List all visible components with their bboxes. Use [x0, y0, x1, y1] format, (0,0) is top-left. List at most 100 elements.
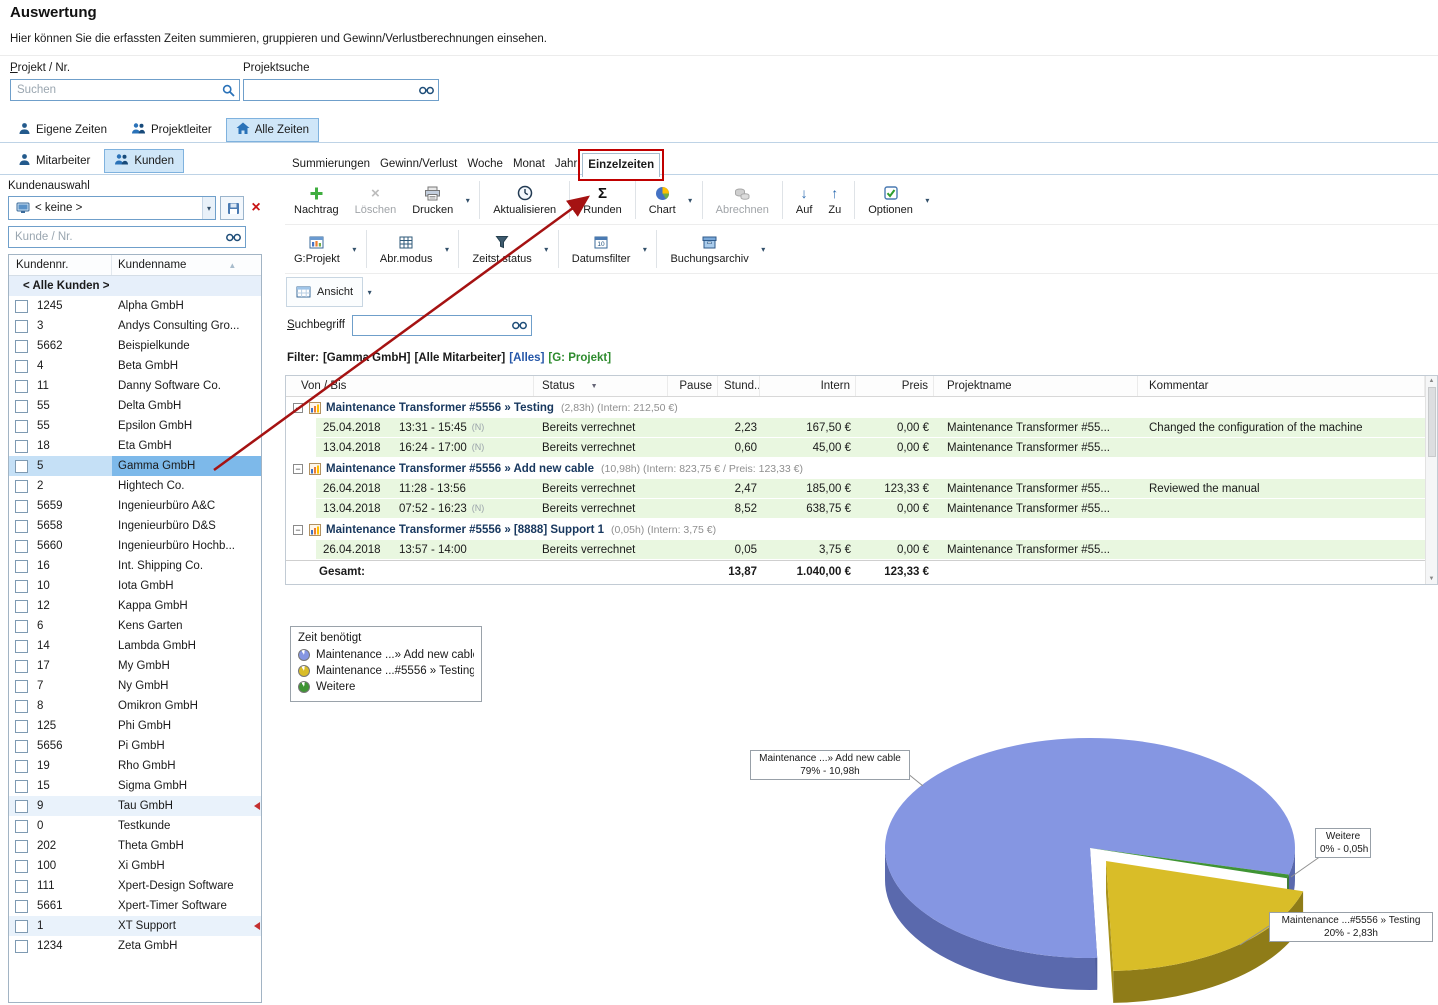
customer-row[interactable]: 4Beta GmbH — [9, 356, 261, 376]
grid-col-status[interactable]: Status▼ — [534, 376, 668, 396]
scroll-thumb[interactable] — [1428, 387, 1436, 457]
col-kundennr[interactable]: Kundennr. — [9, 255, 112, 275]
grid-col-preis[interactable]: Preis — [856, 376, 934, 396]
row-checkbox[interactable] — [15, 460, 28, 473]
zeitststatus-button[interactable]: Zeitst.status — [464, 226, 539, 272]
row-checkbox[interactable] — [15, 720, 28, 733]
customer-row[interactable]: 8Omikron GmbH — [9, 696, 261, 716]
grid-col-kommentar[interactable]: Kommentar — [1138, 376, 1425, 396]
customer-row[interactable]: 2Hightech Co. — [9, 476, 261, 496]
customer-row[interactable]: 1XT Support — [9, 916, 261, 936]
row-checkbox[interactable] — [15, 680, 28, 693]
row-checkbox[interactable] — [15, 740, 28, 753]
customer-row[interactable]: 19Rho GmbH — [9, 756, 261, 776]
row-checkbox[interactable] — [15, 880, 28, 893]
customer-row[interactable]: 5661Xpert-Timer Software — [9, 896, 261, 916]
group-expander[interactable]: − — [293, 525, 303, 535]
row-checkbox[interactable] — [15, 400, 28, 413]
grid-col-intern[interactable]: Intern — [760, 376, 856, 396]
customer-row[interactable]: 5660Ingenieurbüro Hochb... — [9, 536, 261, 556]
ansicht-button[interactable]: Ansicht — [286, 277, 363, 307]
row-checkbox[interactable] — [15, 660, 28, 673]
row-checkbox[interactable] — [15, 300, 28, 313]
abrmodus-button[interactable]: Abr.modus — [372, 226, 441, 272]
row-checkbox[interactable] — [15, 440, 28, 453]
grid-scrollbar[interactable]: ▲ ▼ — [1425, 376, 1437, 584]
save-button[interactable] — [220, 196, 244, 220]
clear-button[interactable]: × — [246, 196, 266, 220]
row-checkbox[interactable] — [15, 480, 28, 493]
grid-col-von-bis[interactable]: Von / Bis — [286, 376, 534, 396]
optionen-button[interactable]: Optionen — [860, 177, 921, 223]
customer-row[interactable]: 3Andys Consulting Gro... — [9, 316, 261, 336]
customer-row[interactable]: 17My GmbH — [9, 656, 261, 676]
customer-row[interactable]: 202Theta GmbH — [9, 836, 261, 856]
grid-col-projektname[interactable]: Projektname — [934, 376, 1138, 396]
customer-row[interactable]: 18Eta GmbH — [9, 436, 261, 456]
customer-row[interactable]: 7Ny GmbH — [9, 676, 261, 696]
row-checkbox[interactable] — [15, 940, 28, 953]
col-kundenname[interactable]: Kundenname ▲ — [112, 255, 261, 275]
customer-row[interactable]: 0Testkunde — [9, 816, 261, 836]
customer-row-all[interactable]: < Alle Kunden > — [9, 276, 261, 296]
grid-col-stund[interactable]: Stund... — [718, 376, 760, 396]
row-checkbox[interactable] — [15, 860, 28, 873]
main-tab-woche[interactable]: Woche — [462, 153, 508, 176]
scroll-down-icon[interactable]: ▼ — [1429, 575, 1435, 583]
chevron-down-icon[interactable]: ▾ — [684, 177, 697, 223]
group-row[interactable]: −Maintenance Transformer #5556 » Add new… — [286, 458, 1425, 479]
row-checkbox[interactable] — [15, 640, 28, 653]
chevron-down-icon[interactable]: ▾ — [202, 197, 215, 219]
chevron-down-icon[interactable]: ▾ — [363, 277, 376, 307]
gprojekt-button[interactable]: G:Projekt — [286, 226, 348, 272]
group-expander[interactable]: − — [293, 464, 303, 474]
group-row[interactable]: −Maintenance Transformer #5556 » [8888] … — [286, 519, 1425, 540]
row-checkbox[interactable] — [15, 500, 28, 513]
drucken-button[interactable]: Drucken — [404, 177, 461, 223]
time-row[interactable]: 13.04.201807:52 - 16:23(N)Bereits verrec… — [286, 499, 1425, 519]
customer-row[interactable]: 9Tau GmbH — [9, 796, 261, 816]
main-tab-jahr[interactable]: Jahr — [550, 153, 582, 176]
chart-button[interactable]: Chart — [641, 177, 684, 223]
row-checkbox[interactable] — [15, 420, 28, 433]
tab-projektleiter[interactable]: Projektleiter — [121, 118, 222, 142]
customer-row[interactable]: 1234Zeta GmbH — [9, 936, 261, 956]
nachtrag-button[interactable]: Nachtrag — [286, 177, 347, 223]
row-checkbox[interactable] — [15, 540, 28, 553]
zu-button[interactable]: ↑Zu — [820, 177, 849, 223]
group-row[interactable]: −Maintenance Transformer #5556 » Testing… — [286, 397, 1425, 418]
customer-row[interactable]: 1245Alpha GmbH — [9, 296, 261, 316]
row-checkbox[interactable] — [15, 920, 28, 933]
row-checkbox[interactable] — [15, 780, 28, 793]
main-tab-einzelzeiten[interactable]: Einzelzeiten — [582, 153, 660, 177]
customer-combo[interactable]: < keine > ▾ — [8, 196, 216, 220]
customer-row[interactable]: 55Delta GmbH — [9, 396, 261, 416]
row-checkbox[interactable] — [15, 820, 28, 833]
row-checkbox[interactable] — [15, 900, 28, 913]
datumsfilter-button[interactable]: 10Datumsfilter — [564, 226, 639, 272]
customer-row[interactable]: 11Danny Software Co. — [9, 376, 261, 396]
row-checkbox[interactable] — [15, 320, 28, 333]
customer-row[interactable]: 125Phi GmbH — [9, 716, 261, 736]
row-checkbox[interactable] — [15, 760, 28, 773]
row-checkbox[interactable] — [15, 840, 28, 853]
search-term-input[interactable] — [357, 319, 509, 333]
main-tab-monat[interactable]: Monat — [508, 153, 550, 176]
tab-alle-zeiten[interactable]: Alle Zeiten — [226, 118, 319, 142]
row-checkbox[interactable] — [15, 340, 28, 353]
row-checkbox[interactable] — [15, 620, 28, 633]
customer-row[interactable]: 15Sigma GmbH — [9, 776, 261, 796]
customer-row[interactable]: 5Gamma GmbH — [9, 456, 261, 476]
scroll-up-icon[interactable]: ▲ — [1429, 377, 1435, 385]
grid-col-pause[interactable]: Pause — [668, 376, 718, 396]
chevron-down-icon[interactable]: ▾ — [757, 226, 770, 272]
row-checkbox[interactable] — [15, 580, 28, 593]
customer-row[interactable]: 14Lambda GmbH — [9, 636, 261, 656]
row-checkbox[interactable] — [15, 560, 28, 573]
chevron-down-icon[interactable]: ▾ — [921, 177, 934, 223]
customer-row[interactable]: 100Xi GmbH — [9, 856, 261, 876]
time-row[interactable]: 25.04.201813:31 - 15:45(N)Bereits verrec… — [286, 418, 1425, 438]
group-expander[interactable]: − — [293, 403, 303, 413]
row-checkbox[interactable] — [15, 360, 28, 373]
row-checkbox[interactable] — [15, 520, 28, 533]
